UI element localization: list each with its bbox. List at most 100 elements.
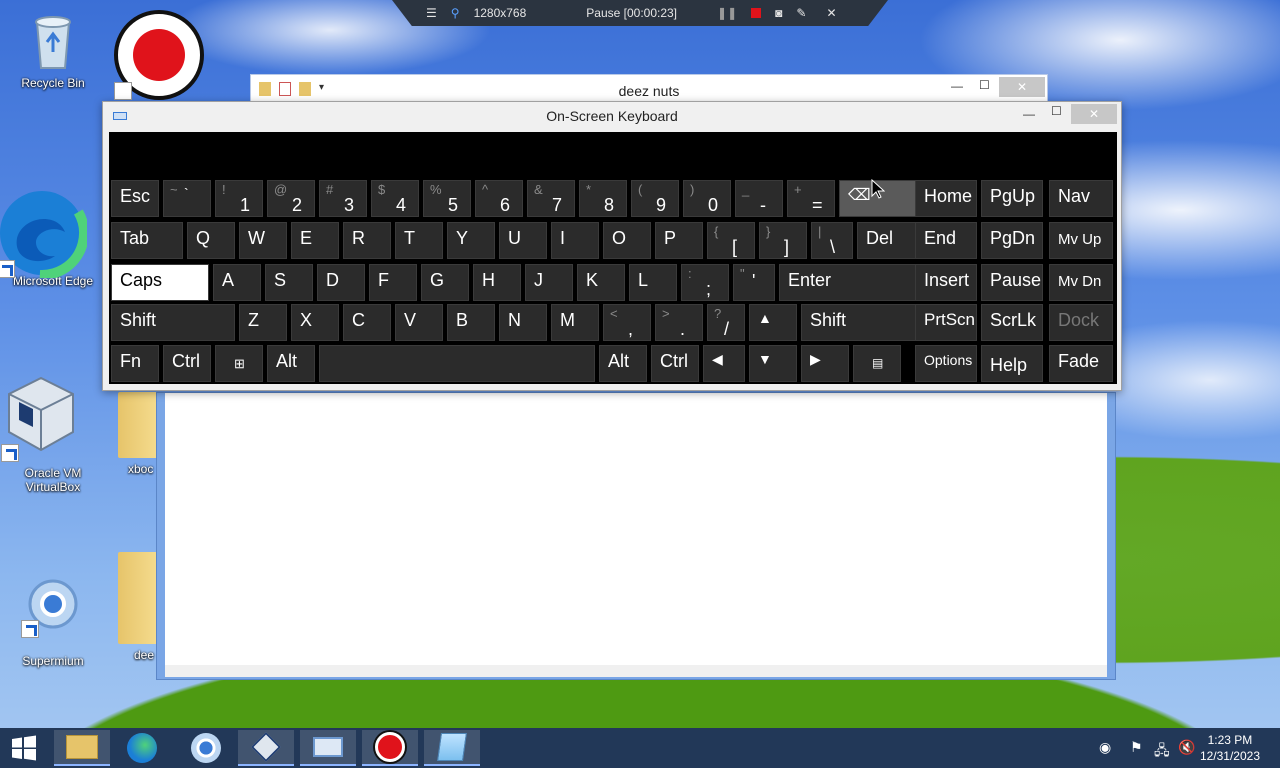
key-fade[interactable]: Fade <box>1049 345 1113 382</box>
stop-icon[interactable] <box>751 8 762 18</box>
taskbar-on-screen-keyboard[interactable] <box>300 730 356 766</box>
key-del[interactable]: Del <box>857 222 917 259</box>
key-right-arrow[interactable]: ▶ <box>801 345 849 382</box>
key-mv-up[interactable]: Mv Up <box>1049 222 1113 259</box>
volume-muted-icon[interactable]: 🔇 <box>1178 740 1195 756</box>
key-d[interactable]: D <box>317 264 365 301</box>
key-p[interactable]: P <box>655 222 703 259</box>
key-q[interactable]: Q <box>187 222 235 259</box>
key-down-arrow[interactable]: ▼ <box>749 345 797 382</box>
key-y[interactable]: Y <box>447 222 495 259</box>
desktop-icon-virtualbox[interactable]: Oracle VM VirtualBox <box>1 372 101 494</box>
maximize-button[interactable]: ☐ <box>979 78 990 92</box>
key-up-arrow[interactable]: ▲ <box>749 304 797 341</box>
key-5[interactable]: % 5 <box>423 180 471 217</box>
key-u[interactable]: U <box>499 222 547 259</box>
key-esc[interactable]: Esc <box>111 180 159 217</box>
key-g[interactable]: G <box>421 264 469 301</box>
key-l[interactable]: L <box>629 264 677 301</box>
pause-icon[interactable]: ❚❚ <box>717 6 737 20</box>
key-9[interactable]: (9 <box>631 180 679 217</box>
key-b[interactable]: B <box>447 304 495 341</box>
key-pgdn[interactable]: PgDn <box>981 222 1043 259</box>
taskbar-clock[interactable]: 1:23 PM 12/31/2023 <box>1200 732 1260 764</box>
key-4[interactable]: $4 <box>371 180 419 217</box>
pencil-icon[interactable]: ✎ <box>796 6 806 20</box>
key-end[interactable]: End <box>915 222 977 259</box>
key-z[interactable]: Z <box>239 304 287 341</box>
key-x[interactable]: X <box>291 304 339 341</box>
key-prtscn[interactable]: PrtScn <box>915 304 977 341</box>
taskbar-virtualbox[interactable] <box>238 730 294 766</box>
key-t[interactable]: T <box>395 222 443 259</box>
key-quote[interactable]: " ' <box>733 264 775 301</box>
key-dock[interactable]: Dock <box>1049 304 1113 341</box>
key-right-shift[interactable]: Shift <box>801 304 917 341</box>
key-8[interactable]: * 8 <box>579 180 627 217</box>
key-a[interactable]: A <box>213 264 261 301</box>
key-6[interactable]: ^ 6 <box>475 180 523 217</box>
key-r[interactable]: R <box>343 222 391 259</box>
key-7[interactable]: & 7 <box>527 180 575 217</box>
horizontal-scrollbar[interactable] <box>165 665 1107 677</box>
desktop-icon-supermium[interactable]: Supermium <box>5 578 101 668</box>
key-tab[interactable]: Tab <box>111 222 183 259</box>
record-status-tray-icon[interactable]: ◉ <box>1099 740 1111 756</box>
key-space[interactable] <box>319 345 595 382</box>
key-m[interactable]: M <box>551 304 599 341</box>
flag-icon[interactable]: ⚑ <box>1130 740 1143 756</box>
key-e[interactable]: E <box>291 222 339 259</box>
key-scrlk[interactable]: ScrLk <box>981 304 1043 341</box>
key-k[interactable]: K <box>577 264 625 301</box>
key-nav[interactable]: Nav <box>1049 180 1113 217</box>
close-icon[interactable]: ✕ <box>826 6 836 20</box>
key-mv-dn[interactable]: Mv Dn <box>1049 264 1113 301</box>
key-left-alt[interactable]: Alt <box>267 345 315 382</box>
key-backslash[interactable]: | \ <box>811 222 853 259</box>
key-pause[interactable]: Pause <box>981 264 1043 301</box>
key-insert[interactable]: Insert <box>915 264 977 301</box>
key-w[interactable]: W <box>239 222 287 259</box>
desktop-icon-folder-deez[interactable]: dee <box>112 552 158 662</box>
key-right-alt[interactable]: Alt <box>599 345 647 382</box>
key-close-bracket[interactable]: }] <box>759 222 807 259</box>
start-button[interactable] <box>0 730 48 766</box>
key-fn[interactable]: Fn <box>111 345 159 382</box>
minimize-button[interactable]: — <box>1023 107 1035 121</box>
camera-icon[interactable]: ◙ <box>775 6 782 20</box>
key-backtick[interactable]: ~ ` <box>163 180 211 217</box>
key-home[interactable]: Home <box>915 180 977 217</box>
key-equals[interactable]: + = <box>787 180 835 217</box>
key-context-menu[interactable]: ▤ <box>853 345 901 382</box>
text-area[interactable] <box>165 393 1107 665</box>
key-left-ctrl[interactable]: Ctrl <box>163 345 211 382</box>
desktop-icon-folder-xboc[interactable]: xboc <box>112 392 158 476</box>
taskbar-edge[interactable] <box>114 730 170 766</box>
close-button[interactable]: ✕ <box>1071 104 1117 124</box>
minimize-button[interactable]: — <box>951 79 963 93</box>
key-semicolon[interactable]: :; <box>681 264 729 301</box>
key-left-arrow[interactable]: ◀ <box>703 345 745 382</box>
key-right-ctrl[interactable]: Ctrl <box>651 345 699 382</box>
taskbar-notepad[interactable] <box>424 730 480 766</box>
key-o[interactable]: O <box>603 222 651 259</box>
key-pgup[interactable]: PgUp <box>981 180 1043 217</box>
key-open-bracket[interactable]: {[ <box>707 222 755 259</box>
network-icon[interactable]: 🖧 <box>1154 740 1170 764</box>
key-v[interactable]: V <box>395 304 443 341</box>
key-i[interactable]: I <box>551 222 599 259</box>
desktop-icon-microsoft-edge[interactable]: Microsoft Edge <box>0 186 101 288</box>
key-period[interactable]: >. <box>655 304 703 341</box>
key-c[interactable]: C <box>343 304 391 341</box>
desktop-icon-recycle-bin[interactable]: Recycle Bin <box>5 8 101 90</box>
menu-icon[interactable]: ☰ <box>426 6 437 20</box>
key-caps[interactable]: Caps <box>111 264 209 301</box>
key-enter[interactable]: Enter <box>779 264 917 301</box>
key-options[interactable]: Options <box>915 345 977 382</box>
close-button[interactable]: ✕ <box>999 77 1045 97</box>
key-s[interactable]: S <box>265 264 313 301</box>
pin-icon[interactable]: ⚲ <box>451 6 460 20</box>
key-left-shift[interactable]: Shift <box>111 304 235 341</box>
maximize-button[interactable]: ☐ <box>1051 104 1062 118</box>
taskbar-supermium[interactable] <box>178 730 234 766</box>
